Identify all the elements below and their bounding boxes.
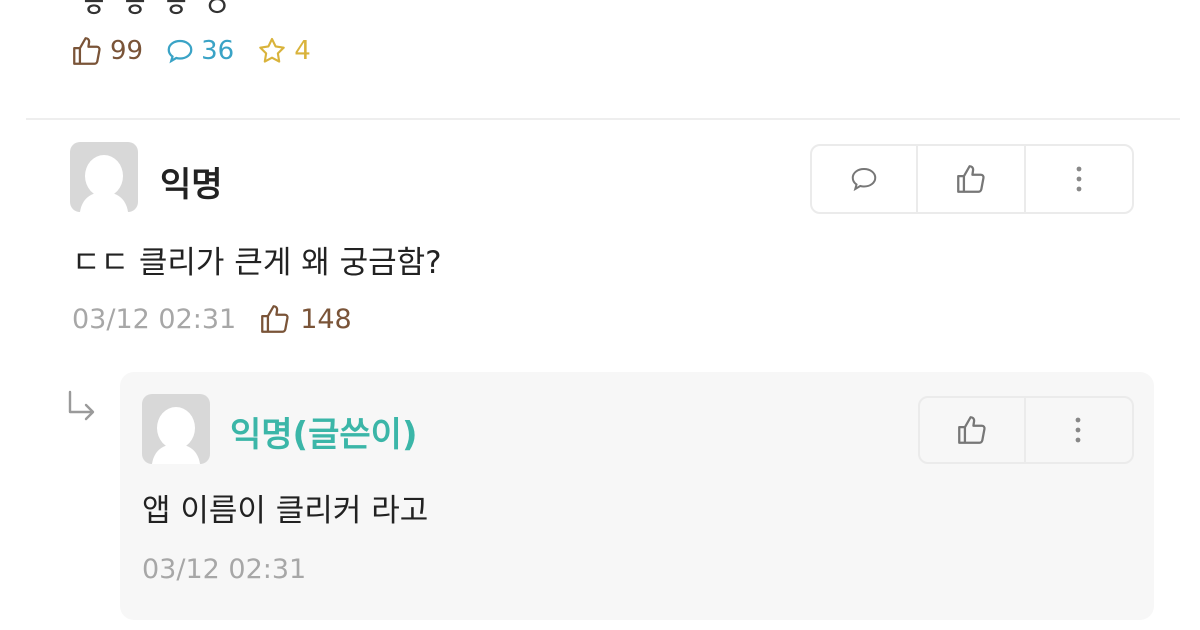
reply-author[interactable]: 익명(글쓴이) xyxy=(230,407,417,456)
post-comment-count: 36 xyxy=(165,36,234,66)
thumbs-up-icon xyxy=(958,416,986,444)
post-like-value: 99 xyxy=(110,36,144,66)
comment-more-button[interactable] xyxy=(1026,146,1132,212)
comment-meta: 03/12 02:31 148 xyxy=(72,298,352,340)
post-like-count: 99 xyxy=(70,34,143,68)
speech-bubble-icon xyxy=(167,39,193,64)
comment-text: ㄷㄷ 클리가 큰게 왜 궁금함? xyxy=(72,245,442,281)
comment-avatar xyxy=(70,142,138,212)
thumbs-up-icon xyxy=(957,165,985,193)
comment-actions xyxy=(810,144,1134,214)
default-avatar-icon xyxy=(152,407,200,464)
post-content-tail: ㅎ ㅎ ㅎ ㅇ xyxy=(80,0,234,25)
post-comment-value: 36 xyxy=(201,36,235,66)
post-scrap-value: 4 xyxy=(294,36,311,66)
reply-actions xyxy=(918,396,1134,464)
default-avatar-icon xyxy=(80,155,128,212)
reply-arrow-icon xyxy=(68,390,95,421)
section-divider xyxy=(26,118,1180,120)
comment-reply-button[interactable] xyxy=(812,146,918,212)
star-icon xyxy=(259,37,285,63)
reply-avatar xyxy=(142,394,210,464)
reply-time: 03/12 02:31 xyxy=(142,553,307,585)
post-stats: 99 36 4 xyxy=(70,28,333,74)
comment-like-count: 148 xyxy=(258,302,352,336)
thumbs-up-icon xyxy=(261,305,289,333)
speech-bubble-icon xyxy=(851,167,877,192)
more-vertical-icon xyxy=(1075,417,1081,443)
thumbs-up-icon xyxy=(73,37,101,65)
comment-like-value: 148 xyxy=(300,303,352,335)
reply-text: 앱 이름이 클리커 라고 xyxy=(142,493,429,529)
reply-like-button[interactable] xyxy=(920,398,1026,462)
more-vertical-icon xyxy=(1076,166,1082,192)
comment-author[interactable]: 익명 xyxy=(160,157,223,206)
post-scrap-count: 4 xyxy=(256,35,311,67)
comment-like-button[interactable] xyxy=(918,146,1026,212)
comment-time: 03/12 02:31 xyxy=(72,303,237,335)
reply-more-button[interactable] xyxy=(1026,398,1130,462)
